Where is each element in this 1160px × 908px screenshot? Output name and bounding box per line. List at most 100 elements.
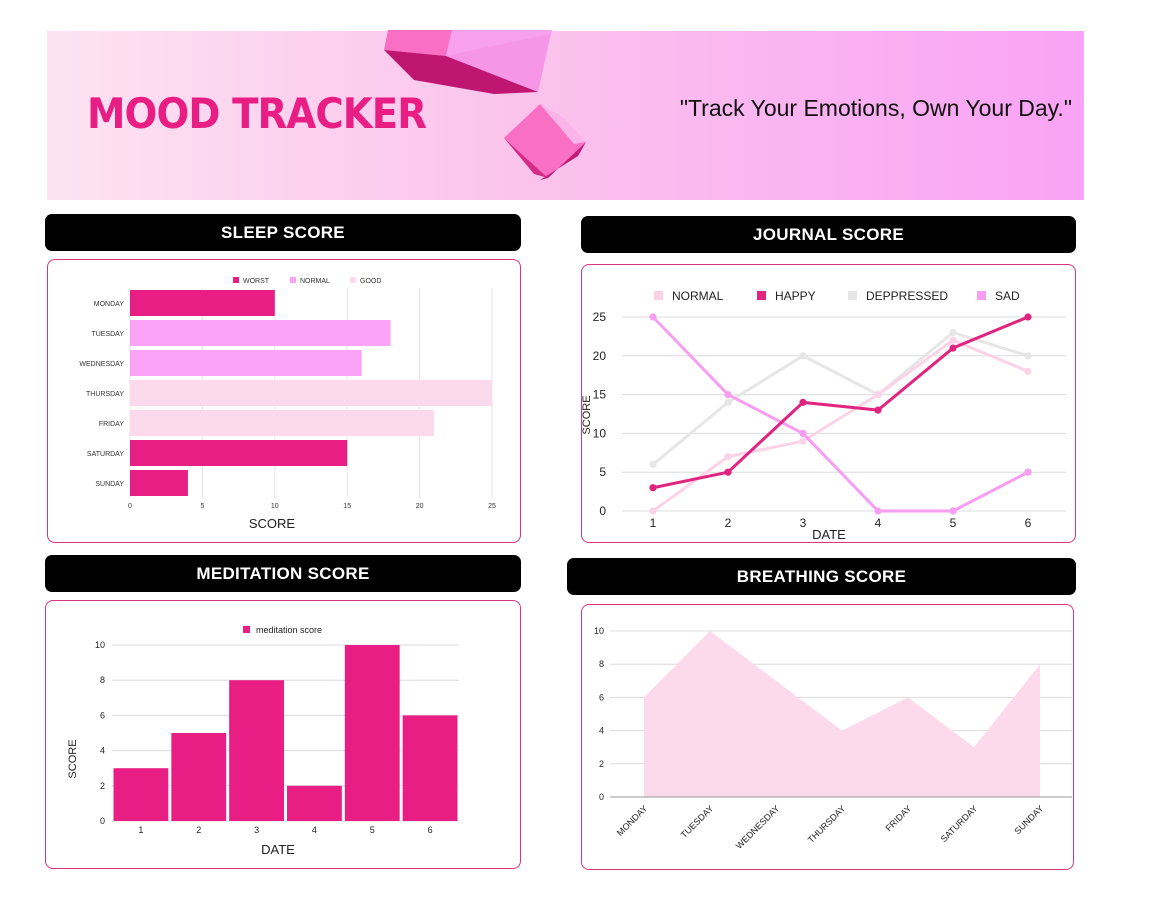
legend-swatch [848,291,857,300]
bar [130,350,362,376]
legend-swatch [233,277,239,283]
x-tick-label: 6 [428,825,433,835]
series-line [651,315,1029,513]
meditation-chart: 02468101 2 3 4 5 6meditation scoreDATESCORE [67,625,459,857]
x-tick-label: WEDNESDAY [734,803,782,851]
y-tick-label: WEDNESDAY [79,361,124,368]
page-title: MOOD TRACKER [87,89,427,138]
data-point [874,507,882,515]
legend-label: DEPPRESSED [866,289,948,303]
bar [130,320,391,346]
bar [130,380,492,406]
breathing-chart: 0 2 4 6 8 10 MONDAY TUESDAY WEDNESDAY THURSDAY FRI… [594,626,1072,851]
x-tick-label: 3 [800,516,807,530]
legend-label: GOOD [360,278,381,285]
x-tick-label: 5 [950,516,957,530]
bar [130,410,435,436]
y-axis-label: SCORE [582,395,593,434]
series-line [652,331,1029,466]
y-tick-label: MONDAY [94,301,125,308]
y-tick-label: 4 [599,726,604,736]
data-point [1024,468,1032,476]
data-point [874,406,882,414]
sleep-score-heading: SLEEP SCORE [45,214,521,251]
x-tick-label: 6 [1025,516,1032,530]
y-tick-label: 0 [599,504,606,518]
y-tick-label: 8 [599,659,604,669]
legend-label: NORMAL [300,278,330,285]
x-tick-label: 20 [416,503,424,510]
y-tick-label: SATURDAY [87,451,124,458]
x-tick-label: 25 [488,503,496,510]
x-tick-label: MONDAY [615,803,650,838]
data-point [649,507,657,515]
data-point [649,313,657,321]
legend-swatch [757,291,766,300]
bar [130,470,188,496]
legend-swatch [977,291,986,300]
legend-label: meditation score [256,625,322,635]
bar [113,768,169,821]
y-tick-label: FRIDAY [99,421,124,428]
y-tick-label: 2 [599,759,604,769]
series-line [652,315,1029,490]
x-tick-label: 1 [650,516,657,530]
y-tick-label: THURSDAY [86,391,124,398]
decorative-cube-small [504,104,586,180]
data-point [649,484,657,492]
y-tick-label: 10 [594,626,604,636]
data-point [949,344,957,352]
x-tick-label: 4 [312,825,317,835]
legend-label: WORST [243,278,270,285]
data-point [799,398,807,406]
data-point [1024,367,1032,375]
legend-swatch [654,291,663,300]
x-tick-label: 2 [196,825,201,835]
data-point [799,352,807,360]
x-tick-label: 0 [128,503,132,510]
y-tick-label: 2 [100,781,105,791]
bar [402,715,458,821]
bar [171,733,227,821]
y-tick-label: 10 [593,426,607,440]
y-tick-label: 20 [593,349,607,363]
y-tick-label: 0 [599,792,604,802]
bar [229,680,284,821]
x-tick-label: 15 [343,503,351,510]
y-tick-label: 8 [100,675,105,685]
bar [130,290,275,316]
x-tick-label: 3 [254,825,259,835]
legend-label: HAPPY [775,289,816,303]
x-tick-label: 2 [725,516,732,530]
legend-swatch [243,626,250,633]
x-tick-label: SUNDAY [1012,803,1045,836]
legend-swatch [290,277,296,283]
area-fill [644,631,1040,797]
legend-label: SAD [995,289,1020,303]
data-point [949,507,957,515]
x-tick-label: 5 [200,503,204,510]
y-tick-label: 10 [95,640,105,650]
x-axis-label: SCORE [249,516,296,531]
x-axis-label: DATE [812,527,846,542]
data-point [874,391,882,399]
data-point [724,453,732,461]
data-point [799,429,807,437]
journal-chart: 0 5 10 15 20 25 1 2 3 4 5 6 NORMAL HAPPY DEPPRESSED SAD… [581,289,1066,542]
x-tick-label: 4 [875,516,882,530]
series-line [652,338,1029,513]
data-point [799,437,807,445]
data-point [949,336,957,344]
y-tick-label: 6 [100,710,105,720]
data-point [949,328,957,337]
x-tick-label: FRIDAY [883,803,913,833]
bar [130,440,348,466]
y-tick-label: 15 [593,388,607,402]
meditation-score-heading: MEDITATION SCORE [45,555,521,592]
bar [287,785,342,821]
tagline: "Track Your Emotions, Own Your Day." [679,95,1072,121]
sleep-chart: 0 5 10 15 20 25 WORST NORMAL GOOD MONDAY TUESDAY WE… [79,277,496,531]
data-point [724,468,732,476]
y-axis-label: SCORE [67,739,79,778]
y-tick-label: 4 [100,746,105,756]
